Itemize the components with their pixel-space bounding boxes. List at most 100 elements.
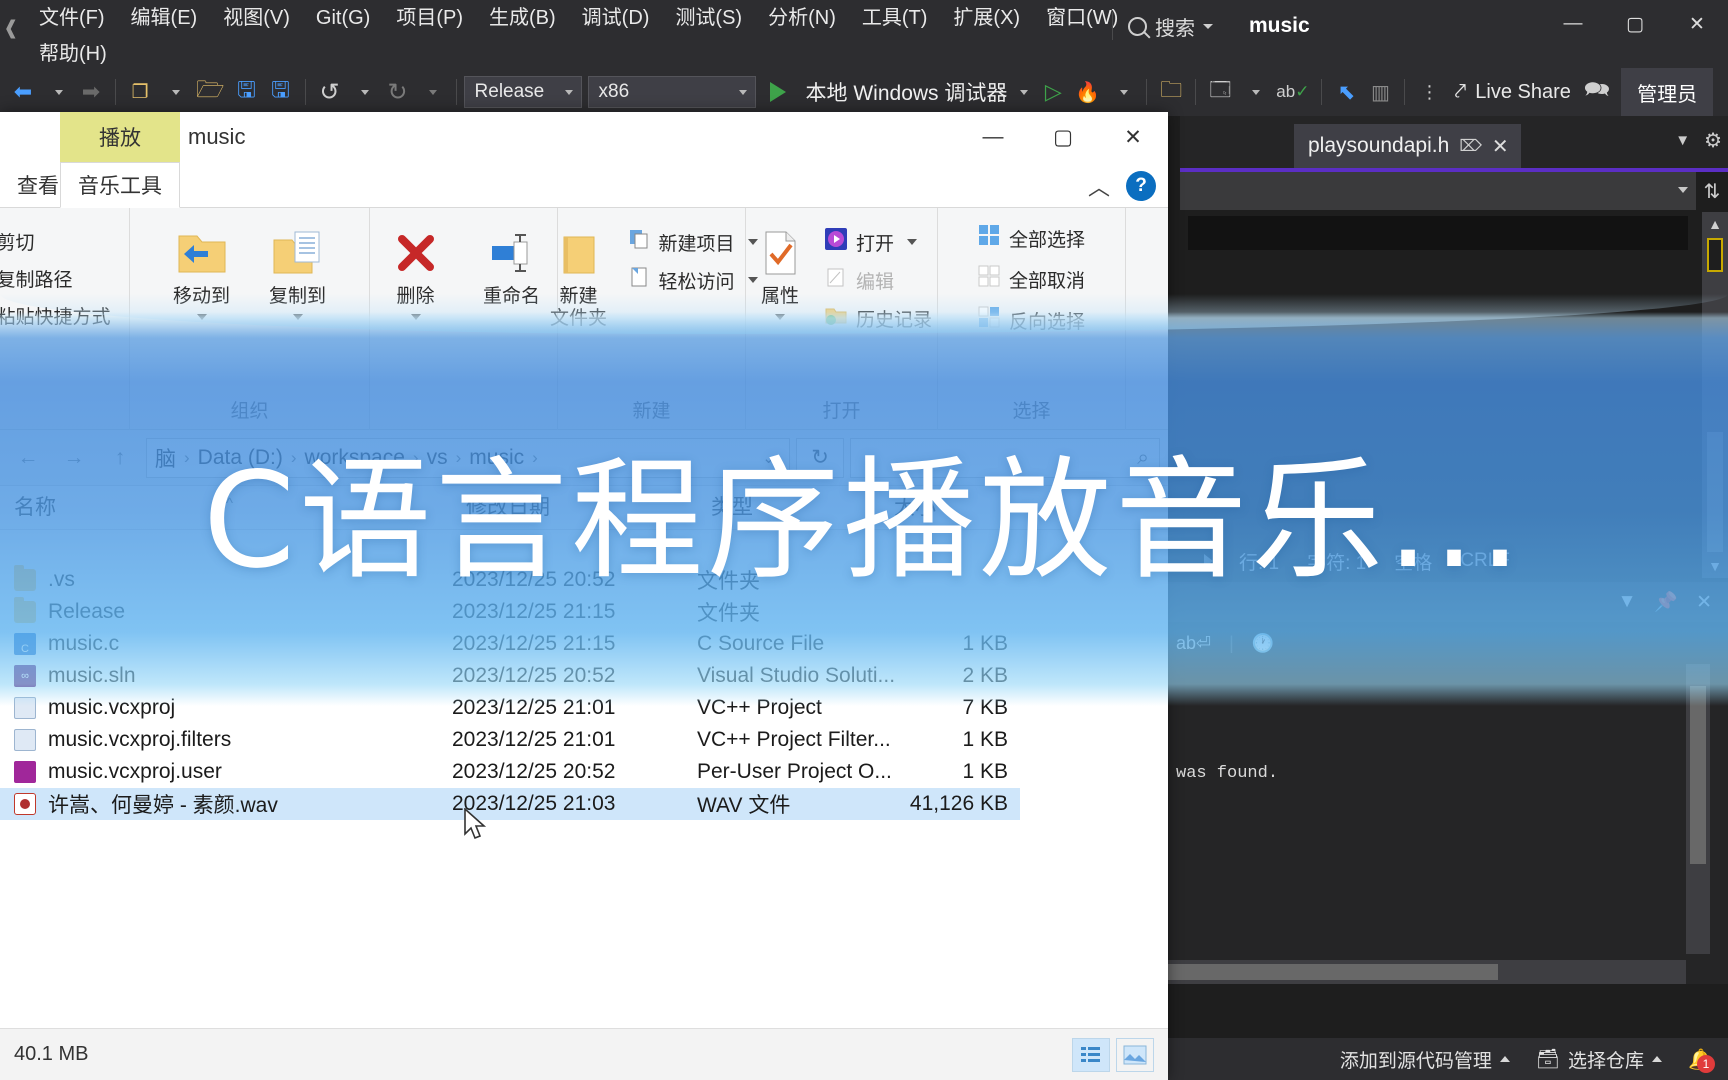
table-row[interactable]: .vs 2023/12/25 20:52 文件夹 <box>0 564 1020 596</box>
solution-configuration-select[interactable]: Release <box>463 76 582 108</box>
save-all-icon[interactable]: 🖫 <box>264 72 298 112</box>
breadcrumb-item-3[interactable]: vs <box>427 446 448 470</box>
split-editor-icon[interactable]: ⇅ <box>1696 172 1728 210</box>
vs-search-box[interactable]: 搜索 <box>1128 8 1213 44</box>
collapse-ribbon-icon[interactable]: ︿ <box>1088 170 1110 202</box>
breadcrumb-item-1[interactable]: Data (D:) <box>198 446 283 470</box>
collapse-menu-icon[interactable]: ❰ <box>0 8 22 48</box>
breadcrumb-item-0[interactable]: 脑 <box>155 443 176 473</box>
hot-reload-icon[interactable]: 🔥 <box>1070 72 1105 112</box>
navigate-back-dropdown-icon[interactable] <box>40 72 74 112</box>
invert-selection-button[interactable]: 反向选择 <box>972 304 1091 336</box>
select-repository-button[interactable]: 🗃 选择仓库 <box>1536 1046 1662 1073</box>
menu-test[interactable]: 测试(S) <box>662 0 755 36</box>
paste-shortcut-button[interactable]: 粘贴快捷方式 <box>0 300 117 331</box>
breadcrumb-item-4[interactable]: music <box>469 446 524 470</box>
spell-check-icon[interactable]: ab ✓ <box>1271 72 1314 112</box>
new-item-dropdown-icon[interactable] <box>157 72 191 112</box>
tab-music-tools[interactable]: 音乐工具 <box>60 162 180 208</box>
copy-to-button[interactable]: 复制到 <box>252 218 344 320</box>
editor-scroll-track-thumb[interactable] <box>1707 432 1723 552</box>
redo-dropdown-icon[interactable] <box>415 72 449 112</box>
move-to-button[interactable]: 移动到 <box>156 218 248 320</box>
word-wrap-icon[interactable]: ab⏎ <box>1176 633 1211 654</box>
column-header-date[interactable]: 修改日期 <box>452 486 697 530</box>
menu-help[interactable]: 帮助(H) <box>26 36 120 72</box>
menu-extensions[interactable]: 扩展(X) <box>940 0 1033 36</box>
table-row[interactable]: ∞ music.sln 2023/12/25 20:52 Visual Stud… <box>0 660 1020 692</box>
tab-play[interactable]: 播放 <box>60 112 180 162</box>
output-window-menu-icon[interactable]: ▼ <box>1618 591 1637 613</box>
hot-reload-dropdown-icon[interactable] <box>1105 72 1139 112</box>
toolbar-overflow-icon[interactable]: ⋮ <box>1412 72 1446 112</box>
explorer-close-button[interactable]: ✕ <box>1098 112 1168 162</box>
column-header-type[interactable]: 类型 <box>697 486 880 530</box>
explorer-back-button[interactable]: ← <box>8 438 48 478</box>
new-folder-button[interactable]: 新建 文件夹 <box>540 218 618 330</box>
table-row[interactable]: 许嵩、何曼婷 - 素颜.wav 2023/12/25 21:03 WAV 文件 … <box>0 788 1020 820</box>
close-icon[interactable]: ✕ <box>1492 134 1509 159</box>
select-element-icon[interactable]: ⬉ <box>1329 72 1363 112</box>
menu-build[interactable]: 生成(B) <box>476 0 569 36</box>
explorer-search-input[interactable]: ⌕ <box>850 437 1160 478</box>
properties-button[interactable]: 属性 <box>745 218 815 320</box>
start-without-debugging-icon[interactable]: ▷ <box>1036 72 1070 112</box>
menu-window[interactable]: 窗口(W) <box>1033 0 1131 36</box>
add-to-source-control-button[interactable]: 添加到源代码管理 <box>1340 1046 1510 1073</box>
code-editor[interactable]: ⇅ ▲ ▼ <box>1180 168 1728 578</box>
output-window-body[interactable]: was found. <box>1168 664 1728 984</box>
tab-list-dropdown-icon[interactable]: ▼ <box>1675 132 1690 149</box>
menu-analyze[interactable]: 分析(N) <box>755 0 849 36</box>
output-horizontal-scrollbar[interactable] <box>1168 960 1686 984</box>
output-scroll-thumb[interactable] <box>1690 686 1706 864</box>
explorer-refresh-button[interactable]: ↻ <box>796 437 844 478</box>
column-header-size[interactable]: 大小 <box>880 486 1020 530</box>
edit-button[interactable]: 编辑 <box>819 264 938 296</box>
scroll-up-icon[interactable]: ▲ <box>1702 212 1728 236</box>
table-row[interactable]: C music.c 2023/12/25 21:15 C Source File… <box>0 628 1020 660</box>
table-row[interactable]: music.vcxproj.user 2023/12/25 20:52 Per-… <box>0 756 1020 788</box>
chevron-down-icon[interactable]: ⌄ <box>762 449 781 467</box>
explorer-maximize-button[interactable]: ▢ <box>1028 112 1098 162</box>
editor-eol-indicator[interactable]: CRLF <box>1446 550 1524 572</box>
redo-icon[interactable]: ↻ <box>381 72 415 112</box>
explorer-up-button[interactable]: ↑ <box>100 438 140 478</box>
search-folder-icon[interactable]: 🗀 <box>1154 72 1188 112</box>
notifications-button[interactable]: 🔔 1 <box>1688 1048 1715 1073</box>
history-button[interactable]: 历史记录 <box>819 302 938 334</box>
vs-close-button[interactable]: ✕ <box>1666 0 1728 48</box>
menu-view[interactable]: 视图(V) <box>210 0 303 36</box>
output-vertical-scrollbar[interactable] <box>1686 664 1710 954</box>
menu-tools[interactable]: 工具(T) <box>849 0 941 36</box>
menu-project[interactable]: 项目(P) <box>383 0 476 36</box>
editor-indent-indicator[interactable]: 空格 <box>1380 548 1446 575</box>
editor-tab-playsoundapi[interactable]: playsoundapi.h ⌦ ✕ <box>1294 124 1521 168</box>
live-visual-tree-icon[interactable]: ▥ <box>1363 72 1397 112</box>
editor-scroll-thumb[interactable] <box>1707 238 1723 272</box>
save-icon[interactable]: 🖫 <box>230 72 264 112</box>
close-icon[interactable]: ✕ <box>1696 591 1712 614</box>
start-debugging-button[interactable]: 本地 Windows 调试器 <box>762 72 1037 112</box>
file-list[interactable]: .vs 2023/12/25 20:52 文件夹 Release 2023/12… <box>0 530 1168 1028</box>
menu-git[interactable]: Git(G) <box>303 0 383 36</box>
window-layout-dropdown-icon[interactable] <box>1237 72 1271 112</box>
menu-edit[interactable]: 编辑(E) <box>118 0 211 36</box>
undo-icon[interactable]: ↺ <box>313 72 347 112</box>
pin-icon[interactable]: ⌦ <box>1459 136 1482 156</box>
explorer-minimize-button[interactable]: — <box>958 112 1028 162</box>
help-icon[interactable]: ? <box>1126 171 1156 201</box>
vs-minimize-button[interactable]: — <box>1542 0 1604 48</box>
navigate-forward-icon[interactable]: ➡ <box>74 72 108 112</box>
table-row[interactable]: Release 2023/12/25 21:15 文件夹 <box>0 596 1020 628</box>
new-item-button[interactable]: 新建项目 <box>622 226 764 258</box>
output-hscroll-thumb[interactable] <box>1168 964 1498 980</box>
window-layout-icon[interactable]: 🗔 <box>1203 72 1237 112</box>
navigate-back-icon[interactable]: ⬅ <box>6 72 40 112</box>
live-share-audio-icon[interactable]: 🗪 <box>1579 72 1615 112</box>
vs-maximize-button[interactable]: ▢ <box>1604 0 1666 48</box>
delete-button[interactable]: 删除 <box>370 218 462 320</box>
menu-debug[interactable]: 调试(D) <box>569 0 663 36</box>
solution-platform-select[interactable]: x86 <box>587 76 756 108</box>
cut-button[interactable]: 剪切 <box>0 226 117 257</box>
explorer-forward-button[interactable]: → <box>54 438 94 478</box>
